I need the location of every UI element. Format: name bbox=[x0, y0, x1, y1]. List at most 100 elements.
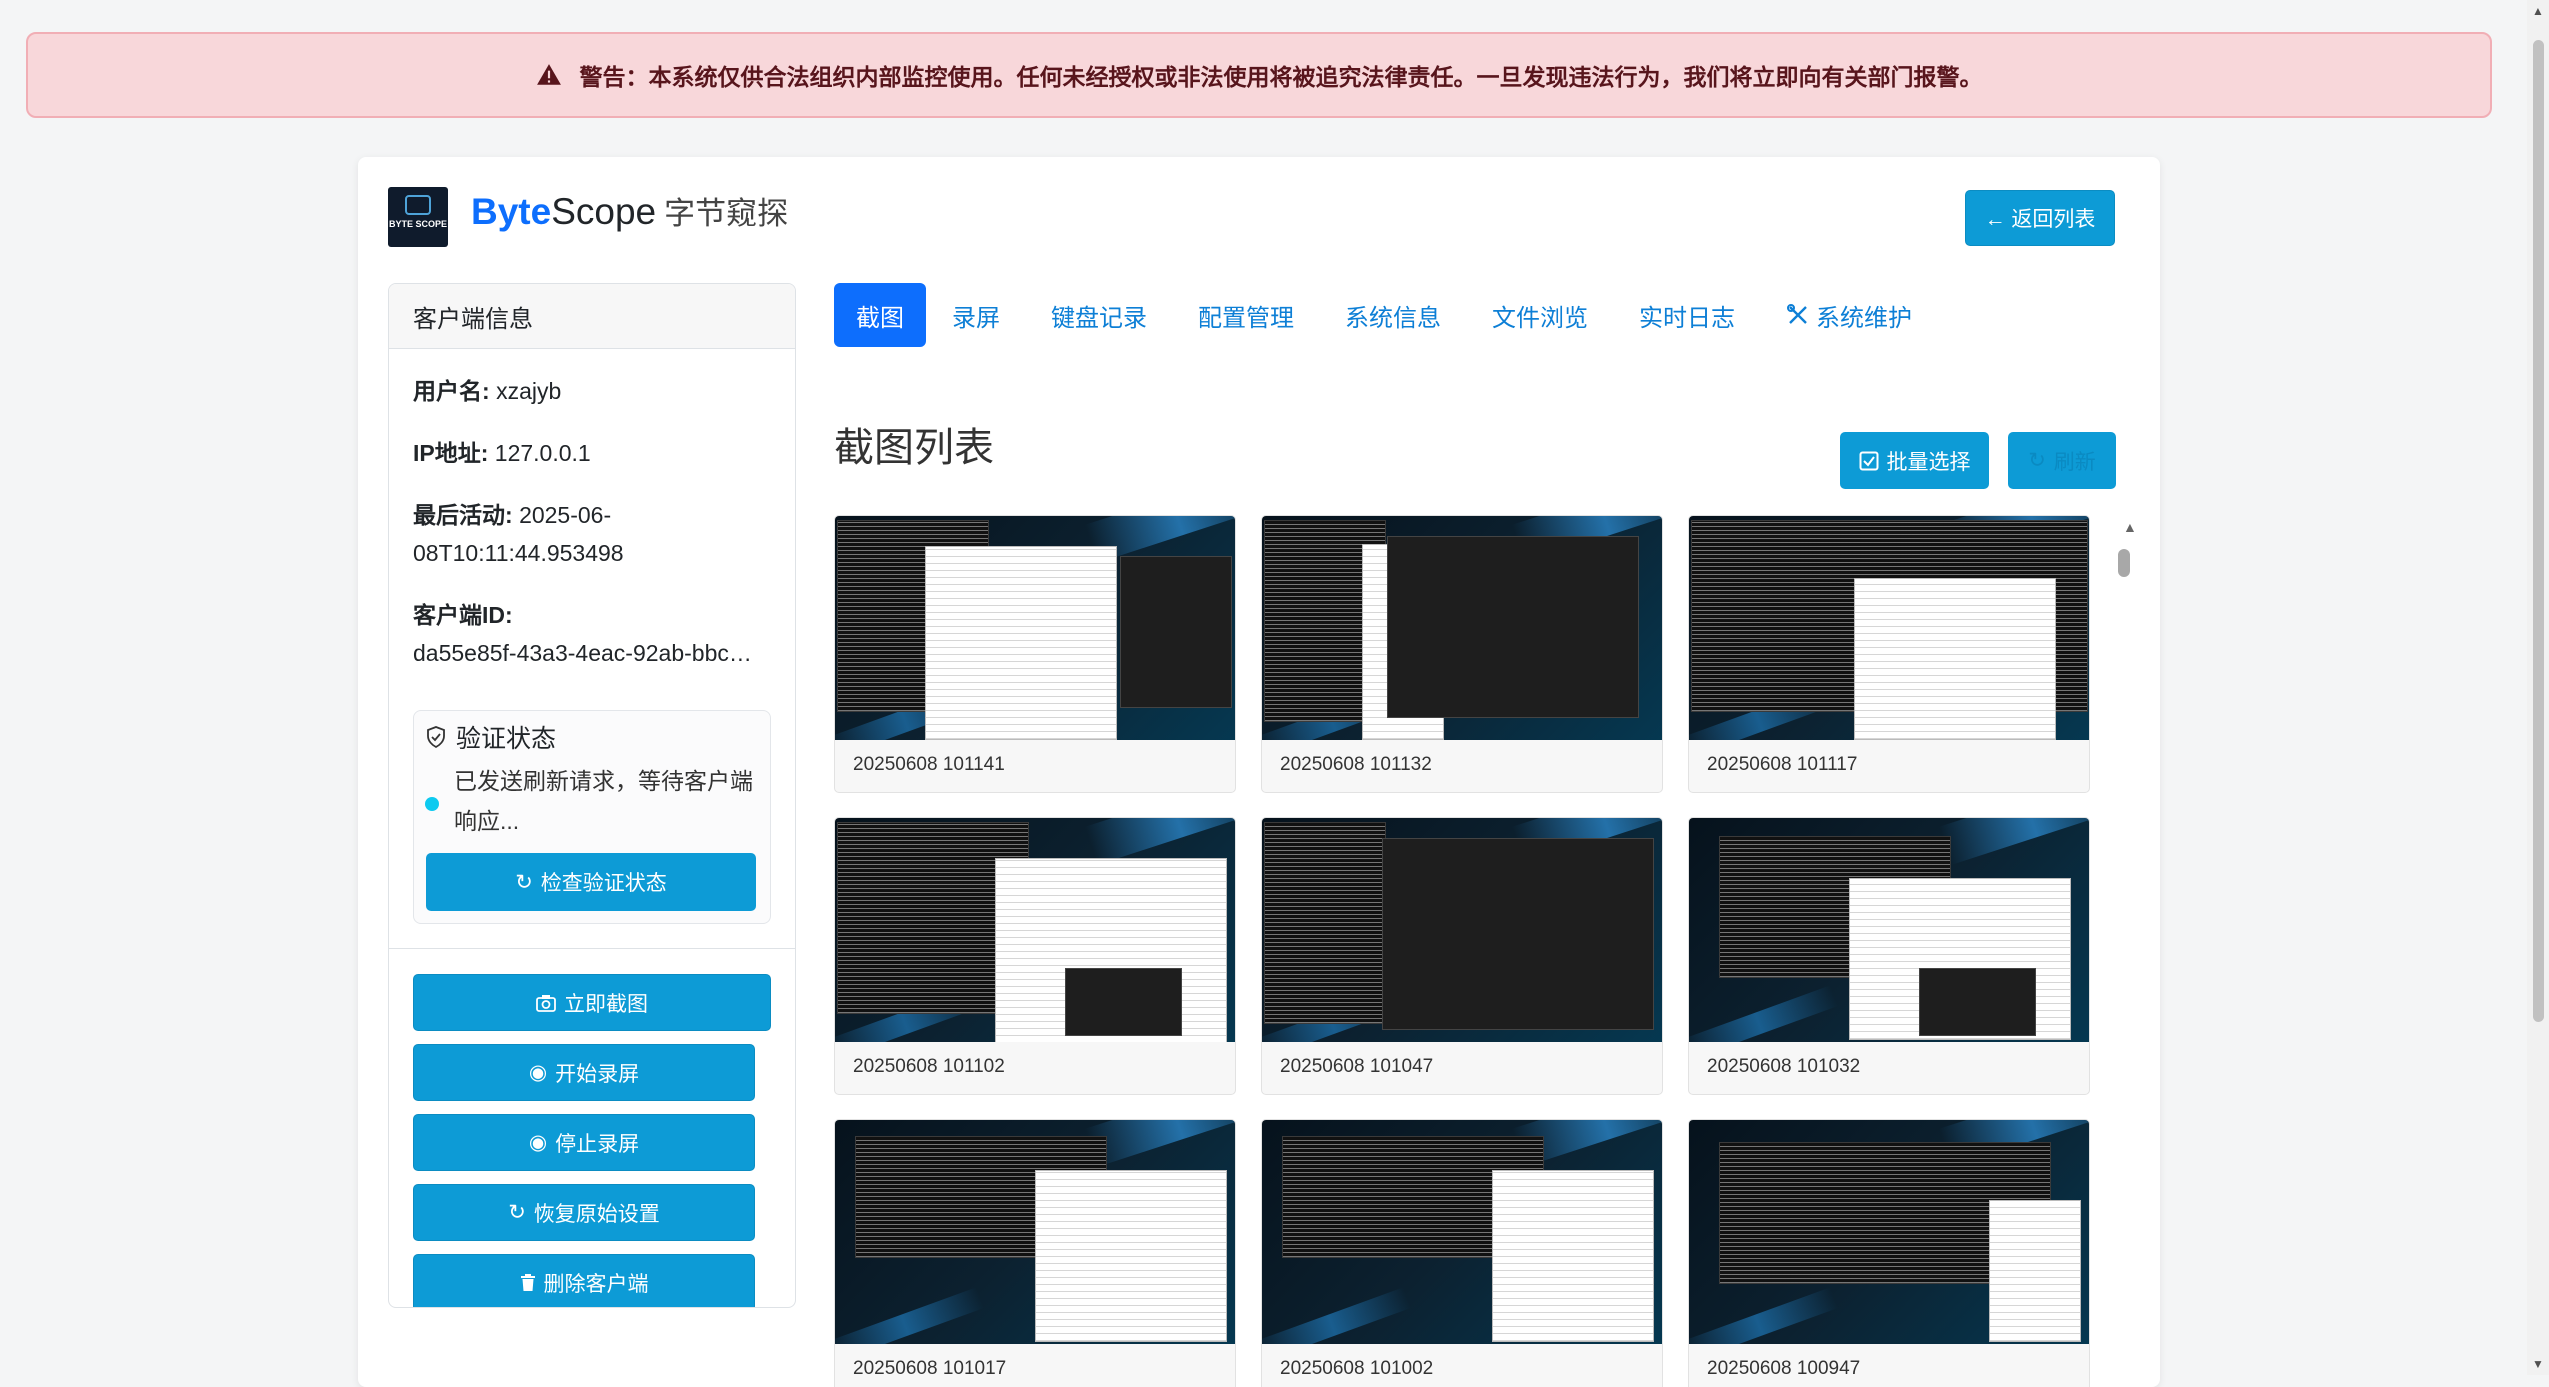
tab-live-log[interactable]: 实时日志 bbox=[1614, 283, 1760, 347]
refresh-button[interactable]: ↻ 刷新 bbox=[2008, 432, 2116, 489]
sidebar-divider bbox=[389, 948, 795, 949]
screenshot-timestamp: 20250608 101102 bbox=[853, 1056, 1005, 1077]
verify-status-box: 验证状态 已发送刷新请求，等待客户端响应... ↻ 检查验证状态 bbox=[413, 710, 771, 924]
app-title-cn: 字节窥探 bbox=[664, 196, 789, 231]
screenshot-timestamp: 20250608 101017 bbox=[853, 1358, 1007, 1379]
batch-select-label: 批量选择 bbox=[1886, 450, 1971, 474]
ip-label: IP地址: bbox=[413, 440, 489, 466]
stop-recording-label: 停止录屏 bbox=[555, 1132, 640, 1156]
logo-emblem-icon bbox=[405, 195, 431, 215]
client-id-value: da55e85f-43a3-4eac-92ab-bbc… bbox=[413, 640, 752, 666]
tab-screen-recording[interactable]: 录屏 bbox=[927, 283, 1025, 347]
screenshot-card[interactable]: 20250608 100947 bbox=[1688, 1119, 2090, 1387]
username-value: xzajyb bbox=[496, 378, 562, 404]
verify-status-title: 验证状态 bbox=[424, 719, 556, 755]
start-recording-button[interactable]: ◉ 开始录屏 bbox=[413, 1044, 755, 1101]
tab-config[interactable]: 配置管理 bbox=[1173, 283, 1319, 347]
record-icon: ◉ bbox=[528, 1061, 548, 1084]
screenshot-card[interactable]: 20250608 101102 bbox=[834, 817, 1236, 1095]
client-id-label: 客户端ID: bbox=[413, 602, 513, 628]
screenshot-thumbnail[interactable] bbox=[1262, 516, 1662, 740]
last-active-value-2: 08T10:11:44.953498 bbox=[413, 540, 624, 566]
scroll-up-arrow-icon[interactable]: ▲ bbox=[2532, 4, 2544, 18]
screenshot-timestamp: 20250608 101117 bbox=[1707, 754, 1858, 775]
page-scrollbar-thumb[interactable] bbox=[2533, 40, 2544, 1022]
screenshot-card[interactable]: 20250608 101117 bbox=[1688, 515, 2090, 793]
tab-maintenance-label: 系统维护 bbox=[1816, 304, 1912, 332]
pending-status-dot bbox=[425, 797, 439, 811]
screenshot-thumbnail[interactable] bbox=[835, 1120, 1235, 1344]
checkbox-icon bbox=[1859, 451, 1878, 470]
refresh-label: 刷新 bbox=[2053, 450, 2096, 474]
screenshot-timestamp: 20250608 101141 bbox=[853, 754, 1005, 775]
app-title-scope: Scope bbox=[551, 191, 657, 232]
ip-row: IP地址: 127.0.0.1 bbox=[413, 434, 783, 472]
tab-screenshots[interactable]: 截图 bbox=[834, 283, 926, 347]
stop-recording-button[interactable]: ◉ 停止录屏 bbox=[413, 1114, 755, 1171]
take-screenshot-label: 立即截图 bbox=[564, 992, 648, 1016]
screenshot-thumbnail[interactable] bbox=[1689, 818, 2089, 1042]
restore-settings-label: 恢复原始设置 bbox=[533, 1202, 660, 1226]
grid-scrollbar-thumb[interactable] bbox=[2118, 549, 2130, 577]
shield-check-icon bbox=[427, 726, 445, 749]
check-verify-status-button[interactable]: ↻ 检查验证状态 bbox=[426, 853, 756, 911]
delete-client-button[interactable]: 删除客户端 bbox=[413, 1254, 755, 1307]
screenshot-thumbnail[interactable] bbox=[1262, 1120, 1662, 1344]
screenshot-timestamp: 20250608 100947 bbox=[1707, 1358, 1861, 1379]
screenshot-card[interactable]: 20250608 101002 bbox=[1261, 1119, 1663, 1387]
camera-icon bbox=[536, 994, 556, 1012]
restore-settings-button[interactable]: ↻ 恢复原始设置 bbox=[413, 1184, 755, 1241]
stop-record-icon: ◉ bbox=[528, 1131, 548, 1154]
screenshot-card[interactable]: 20250608 101132 bbox=[1261, 515, 1663, 793]
screenshot-card[interactable]: 20250608 101032 bbox=[1688, 817, 2090, 1095]
page-scrollbar[interactable]: ▲ ▼ bbox=[2527, 0, 2549, 1375]
last-active-row: 最后活动: 2025-06- 08T10:11:44.953498 bbox=[413, 496, 783, 572]
last-active-value-1: 2025-06- bbox=[519, 502, 612, 528]
screenshot-timestamp: 20250608 101132 bbox=[1280, 754, 1432, 775]
client-info-title: 客户端信息 bbox=[389, 284, 795, 349]
screenshot-thumbnail[interactable] bbox=[1689, 516, 2089, 740]
take-screenshot-button[interactable]: 立即截图 bbox=[413, 974, 771, 1031]
scroll-down-arrow-icon[interactable]: ▼ bbox=[2532, 1357, 2544, 1371]
last-active-label: 最后活动: bbox=[413, 502, 513, 528]
warning-triangle-icon bbox=[536, 64, 561, 85]
screenshot-card[interactable]: 20250608 101141 bbox=[834, 515, 1236, 793]
tools-icon bbox=[1787, 304, 1807, 324]
screenshot-card[interactable]: 20250608 101017 bbox=[834, 1119, 1236, 1387]
alert-text: 警告：本系统仅供合法组织内部监控使用。任何未经授权或非法使用将被追究法律责任。一… bbox=[579, 64, 1983, 90]
verify-status-message: 已发送刷新请求，等待客户端响应... bbox=[454, 768, 753, 834]
tab-file-browser[interactable]: 文件浏览 bbox=[1467, 283, 1613, 347]
back-to-list-button[interactable]: ← 返回列表 bbox=[1965, 190, 2115, 246]
ip-value: 127.0.0.1 bbox=[494, 440, 591, 466]
username-row: 用户名: xzajyb bbox=[413, 372, 783, 410]
check-verify-status-label: 检查验证状态 bbox=[540, 872, 667, 895]
warning-alert: 警告：本系统仅供合法组织内部监控使用。任何未经授权或非法使用将被追究法律责任。一… bbox=[26, 32, 2492, 118]
grid-scroll-up-icon[interactable]: ▲ bbox=[2123, 519, 2137, 535]
tab-system-info[interactable]: 系统信息 bbox=[1320, 283, 1466, 347]
client-id-row: 客户端ID: da55e85f-43a3-4eac-92ab-bbc… bbox=[413, 596, 783, 672]
screenshot-thumbnail[interactable] bbox=[1689, 1120, 2089, 1344]
client-info-panel: 客户端信息 用户名: xzajyb IP地址: 127.0.0.1 最后活动: … bbox=[388, 283, 796, 1308]
trash-icon bbox=[520, 1273, 535, 1291]
start-recording-label: 开始录屏 bbox=[555, 1062, 640, 1086]
verify-status-label: 验证状态 bbox=[456, 725, 557, 753]
screenshot-thumbnail[interactable] bbox=[835, 516, 1235, 740]
screenshot-timestamp: 20250608 101002 bbox=[1280, 1358, 1434, 1379]
delete-client-label: 删除客户端 bbox=[543, 1272, 649, 1296]
username-label: 用户名: bbox=[413, 378, 490, 404]
screenshot-grid: 20250608 101141 20250608 101132 20250608… bbox=[834, 515, 2114, 1387]
screenshot-thumbnail[interactable] bbox=[1262, 818, 1662, 1042]
screenshot-timestamp: 20250608 101032 bbox=[1707, 1056, 1861, 1077]
screenshot-timestamp: 20250608 101047 bbox=[1280, 1056, 1434, 1077]
screenshot-thumbnail[interactable] bbox=[835, 818, 1235, 1042]
app-title-byte: Byte bbox=[471, 191, 552, 232]
bytescope-logo: BYTE SCOPE bbox=[388, 187, 448, 247]
tab-maintenance[interactable]: 系统维护 bbox=[1761, 283, 1937, 347]
feature-tabs: 截图 录屏 键盘记录 配置管理 系统信息 文件浏览 实时日志 系统维护 bbox=[834, 283, 1938, 347]
app-title: ByteScope 字节窥探 bbox=[471, 187, 788, 239]
tab-keylog[interactable]: 键盘记录 bbox=[1026, 283, 1172, 347]
screenshot-card[interactable]: 20250608 101047 bbox=[1261, 817, 1663, 1095]
batch-select-button[interactable]: 批量选择 bbox=[1840, 432, 1989, 489]
refresh-icon: ↻ bbox=[2028, 449, 2046, 472]
logo-text: BYTE SCOPE bbox=[388, 219, 447, 229]
